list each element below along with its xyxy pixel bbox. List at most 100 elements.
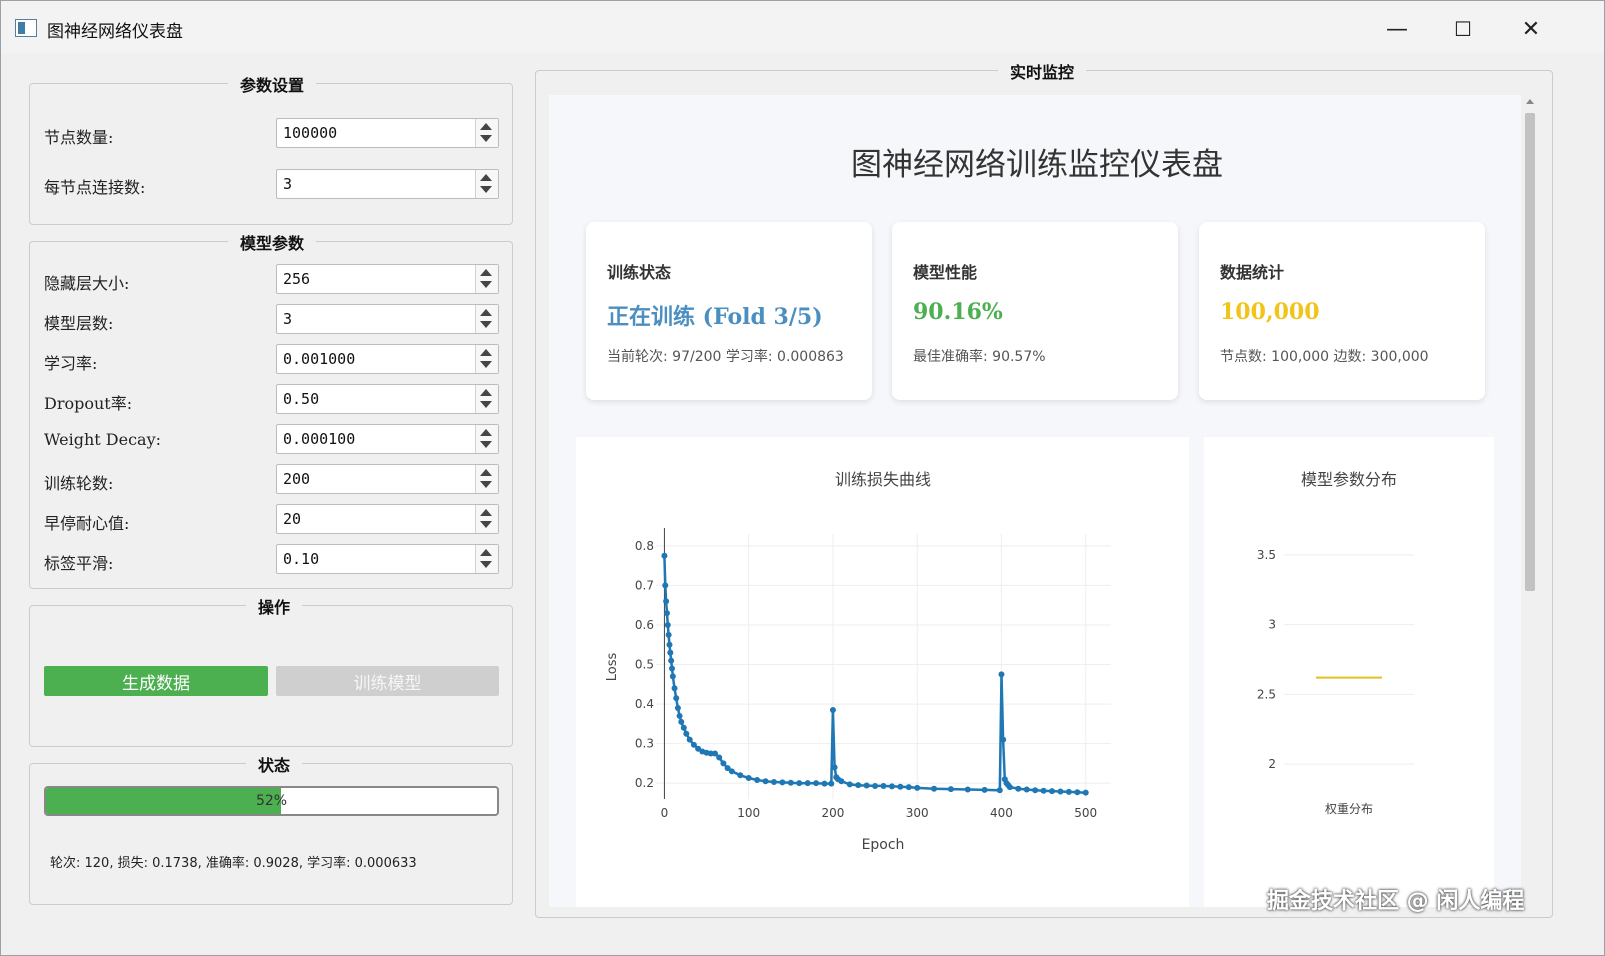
field-label: 标签平滑: bbox=[44, 554, 114, 573]
generate-data-button[interactable]: 生成数据 bbox=[44, 666, 268, 696]
learning-rate-spinbox[interactable]: 0.001000 bbox=[276, 344, 499, 374]
field-label: 学习率: bbox=[44, 354, 98, 373]
close-button[interactable]: ✕ bbox=[1501, 9, 1561, 49]
spinbox-value: 0.000100 bbox=[283, 430, 356, 448]
maximize-button[interactable]: ☐ bbox=[1433, 9, 1493, 49]
loss-point bbox=[846, 781, 853, 788]
spin-down-icon[interactable] bbox=[480, 401, 492, 408]
loss-point bbox=[669, 673, 676, 680]
loss-point bbox=[828, 780, 835, 787]
edges-per-node-spinbox[interactable]: 3 bbox=[276, 169, 499, 199]
card-title: 模型性能 bbox=[913, 263, 978, 282]
spin-down-icon[interactable] bbox=[480, 321, 492, 328]
spin-up-icon[interactable] bbox=[480, 174, 492, 181]
spin-up-icon[interactable] bbox=[480, 269, 492, 276]
loss-point bbox=[737, 772, 744, 779]
x-tick-label: 500 bbox=[1074, 806, 1097, 820]
scrollbar-thumb[interactable] bbox=[1525, 113, 1535, 591]
loss-point bbox=[669, 665, 676, 672]
epochs-spinbox[interactable]: 200 bbox=[276, 464, 499, 494]
dashboard-webview: 图神经网络训练监控仪表盘 训练状态 正在训练 (Fold 3/5) 当前轮次: … bbox=[549, 95, 1521, 907]
scroll-up-icon[interactable] bbox=[1526, 99, 1534, 104]
loss-point bbox=[683, 730, 690, 737]
loss-point bbox=[855, 782, 862, 789]
card-value: 正在训练 (Fold 3/5) bbox=[607, 304, 823, 330]
spin-up-icon[interactable] bbox=[480, 469, 492, 476]
loss-point bbox=[754, 777, 761, 784]
spinbox-value: 3 bbox=[283, 175, 293, 193]
spin-up-icon[interactable] bbox=[480, 509, 492, 516]
dashboard-title: 图神经网络训练监控仪表盘 bbox=[851, 147, 1223, 183]
model-group-title: 模型参数 bbox=[228, 230, 317, 254]
spin-down-icon[interactable] bbox=[480, 561, 492, 568]
label-smoothing-spinbox[interactable]: 0.10 bbox=[276, 544, 499, 574]
spin-up-icon[interactable] bbox=[480, 309, 492, 316]
ops-group: 操作 生成数据 训练模型 bbox=[29, 594, 513, 747]
loss-point bbox=[673, 695, 680, 702]
spin-up-icon[interactable] bbox=[480, 123, 492, 130]
loss-chart: 训练损失曲线 0 100 200 300 400 500 0.2 0.3 0.4 0.5 0.6 0.7… bbox=[605, 470, 1111, 853]
weight-decay-spinbox[interactable]: 0.000100 bbox=[276, 424, 499, 454]
y-tick-label: 0.5 bbox=[635, 658, 654, 672]
y-tick-label: 0.4 bbox=[635, 697, 654, 711]
card-subtext: 节点数: 100,000 边数: 300,000 bbox=[1220, 349, 1429, 365]
webview-scrollbar[interactable] bbox=[1523, 97, 1537, 905]
minimize-button[interactable]: — bbox=[1367, 9, 1427, 49]
spin-down-icon[interactable] bbox=[480, 186, 492, 193]
params-group-title: 参数设置 bbox=[228, 72, 317, 96]
loss-point bbox=[686, 736, 693, 743]
loss-point bbox=[680, 724, 687, 731]
spin-down-icon[interactable] bbox=[480, 521, 492, 528]
spin-down-icon[interactable] bbox=[480, 481, 492, 488]
spinbox-value: 20 bbox=[283, 510, 302, 528]
node-count-spinbox[interactable]: 100000 bbox=[276, 118, 499, 148]
status-group: 状态 52% 轮次: 120, 损失: 0.1738, 准确率: 0.9028,… bbox=[29, 752, 513, 905]
field-label: Dropout率: bbox=[44, 394, 133, 413]
field-label: 节点数量: bbox=[44, 128, 114, 147]
loss-series-line bbox=[663, 555, 1086, 794]
loss-point bbox=[813, 780, 820, 787]
loss-point bbox=[831, 764, 838, 771]
params-group: 参数设置 节点数量: 100000 每节点连接数: 3 bbox=[29, 72, 513, 225]
spin-up-icon[interactable] bbox=[480, 549, 492, 556]
app-icon bbox=[15, 19, 37, 37]
x-axis-label: Epoch bbox=[862, 837, 905, 853]
loss-point bbox=[671, 685, 678, 692]
chart-title: 模型参数分布 bbox=[1301, 470, 1397, 489]
spin-up-icon[interactable] bbox=[480, 389, 492, 396]
param-dist-chart: 模型参数分布 2 2.5 3 3.5 权重分布 bbox=[1257, 470, 1414, 816]
loss-point bbox=[676, 712, 683, 719]
loss-point bbox=[728, 768, 735, 775]
app-window: 图神经网络仪表盘 — ☐ ✕ 参数设置 节点数量: 100000 每节点连接数:… bbox=[0, 0, 1605, 956]
x-category-label: 权重分布 bbox=[1325, 802, 1373, 816]
spin-down-icon[interactable] bbox=[480, 281, 492, 288]
dropout-spinbox[interactable]: 0.50 bbox=[276, 384, 499, 414]
loss-point bbox=[666, 641, 673, 648]
card-title: 数据统计 bbox=[1220, 263, 1285, 282]
spin-down-icon[interactable] bbox=[480, 135, 492, 142]
loss-point bbox=[668, 657, 675, 664]
y-tick-label: 0.8 bbox=[635, 539, 654, 553]
spin-up-icon[interactable] bbox=[480, 349, 492, 356]
spinbox-value: 200 bbox=[283, 470, 311, 488]
hidden-size-spinbox[interactable]: 256 bbox=[276, 264, 499, 294]
train-model-button[interactable]: 训练模型 bbox=[276, 666, 499, 696]
card-subtext: 最佳准确率: 90.57% bbox=[913, 349, 1046, 365]
watermark: 掘金技术社区 @ 闲人编程 bbox=[1267, 889, 1525, 914]
y-tick-label: 0.6 bbox=[635, 618, 654, 632]
x-tick-label: 200 bbox=[821, 806, 844, 820]
field-label: 模型层数: bbox=[44, 314, 114, 333]
spin-up-icon[interactable] bbox=[480, 429, 492, 436]
loss-point bbox=[1023, 786, 1030, 793]
spin-down-icon[interactable] bbox=[480, 361, 492, 368]
spin-down-icon[interactable] bbox=[480, 441, 492, 448]
num-layers-spinbox[interactable]: 3 bbox=[276, 304, 499, 334]
loss-point bbox=[674, 705, 681, 712]
loss-point bbox=[661, 552, 668, 559]
loss-point bbox=[663, 610, 670, 617]
loss-point bbox=[1000, 736, 1007, 743]
y-tick-label: 2 bbox=[1268, 757, 1276, 771]
y-tick-label: 3.5 bbox=[1257, 548, 1276, 562]
loss-point bbox=[787, 779, 794, 786]
patience-spinbox[interactable]: 20 bbox=[276, 504, 499, 534]
